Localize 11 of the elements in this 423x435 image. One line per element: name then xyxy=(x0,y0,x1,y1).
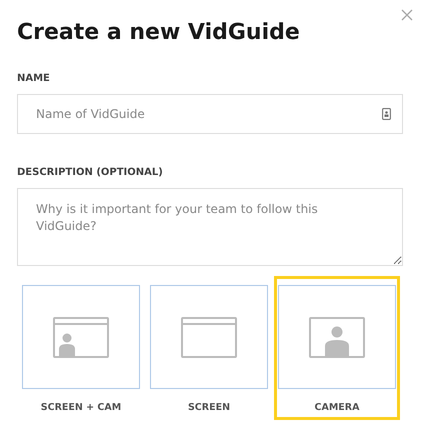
name-field[interactable]: Name of VidGuide xyxy=(17,94,403,134)
dialog-title: Create a new VidGuide xyxy=(17,20,301,45)
field-label: DESCRIPTION (OPTIONAL) xyxy=(17,167,164,178)
contact-card-icon[interactable] xyxy=(382,108,391,120)
person-frame-icon xyxy=(309,316,365,358)
mode-option[interactable]: CAMERA xyxy=(274,276,400,420)
description-field[interactable]: Why is it important for your team to follow this VidGuide? xyxy=(17,188,403,266)
close-icon[interactable] xyxy=(401,9,413,21)
field-label: NAME xyxy=(17,73,51,84)
browser-window-icon xyxy=(181,316,237,358)
screen-with-person-icon xyxy=(53,316,109,358)
